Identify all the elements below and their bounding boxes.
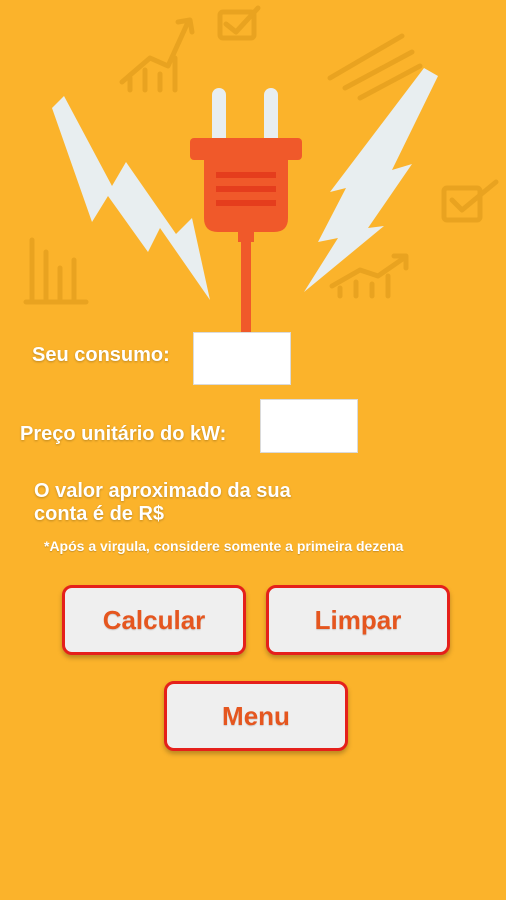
calcular-button[interactable]: Calcular xyxy=(62,585,246,655)
electric-plug-illustration xyxy=(52,68,438,334)
calcular-button-label: Calcular xyxy=(102,604,206,635)
result-text: O valor aproximado da sua conta é de R$ xyxy=(34,480,354,526)
decimal-note: *Após a virgula, considere somente a pri… xyxy=(44,538,404,554)
electric-plug-icon xyxy=(190,88,302,334)
consumo-label: Seu consumo: xyxy=(32,344,170,366)
lightning-bolt-icon xyxy=(304,68,438,292)
limpar-button-label: Limpar xyxy=(314,604,402,635)
lightning-bolt-icon xyxy=(52,96,210,300)
preco-label: Preço unitário do kW: xyxy=(20,423,227,445)
menu-button-label: Menu xyxy=(222,700,290,731)
result-line-2: conta é de R$ xyxy=(34,503,165,525)
menu-button[interactable]: Menu xyxy=(164,681,348,751)
consumo-input[interactable] xyxy=(193,332,291,385)
preco-input[interactable] xyxy=(260,399,358,453)
limpar-button[interactable]: Limpar xyxy=(266,585,450,655)
result-line-1: O valor aproximado da sua xyxy=(34,480,291,502)
